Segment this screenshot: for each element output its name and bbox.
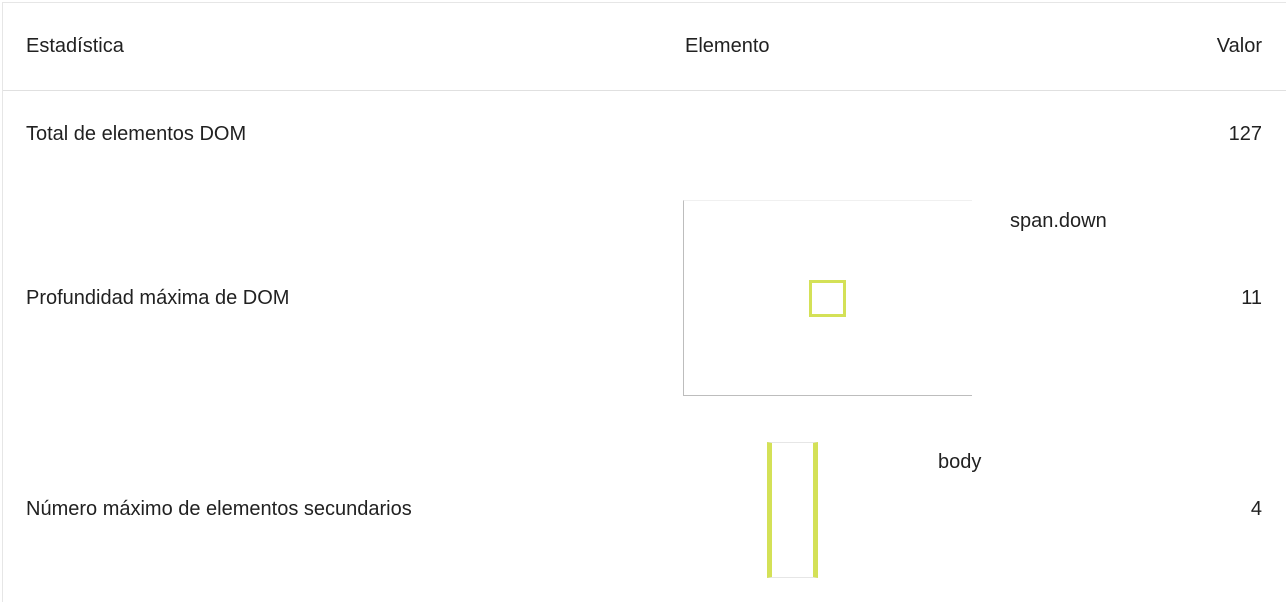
element-selector-label[interactable]: body	[938, 450, 981, 474]
column-header-element: Elemento	[685, 35, 770, 57]
row-value: 4	[1250, 498, 1262, 520]
table-header: Estadística Elemento Valor	[3, 3, 1286, 91]
row-statistic-label: Número máximo de elementos secundarios	[26, 498, 412, 520]
column-header-value: Valor	[1216, 35, 1262, 57]
row-statistic-label: Total de elementos DOM	[26, 123, 247, 145]
element-selector-label[interactable]: span.down	[1010, 209, 1107, 233]
row-value: 127	[1228, 123, 1262, 145]
element-screenshot-thumbnail[interactable]	[767, 442, 818, 578]
element-screenshot-thumbnail[interactable]	[683, 200, 972, 396]
dom-size-table: Estadística Elemento Valor Total de elem…	[2, 2, 1286, 602]
column-header-statistic: Estadística	[26, 35, 124, 57]
row-value: 11	[1241, 287, 1262, 309]
row-statistic-label: Profundidad máxima de DOM	[26, 287, 290, 309]
element-highlight-box	[809, 280, 846, 317]
